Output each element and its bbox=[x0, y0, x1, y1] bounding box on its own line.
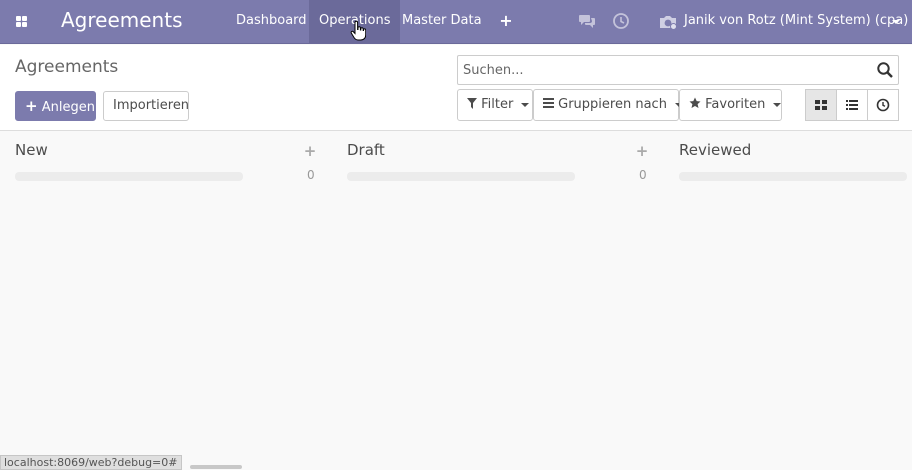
top-navbar: Agreements Dashboard Operations Master D… bbox=[0, 0, 912, 44]
favorites-label: Favoriten bbox=[705, 97, 766, 112]
kanban-column-new: New + 0 bbox=[15, 132, 320, 192]
mouse-pointer-hand-icon bbox=[350, 20, 366, 41]
user-name: Janik von Rotz (Mint System) (cpa) bbox=[684, 13, 909, 28]
create-button-label: Anlegen bbox=[41, 100, 95, 115]
column-quick-add-plus-icon[interactable]: + bbox=[303, 144, 317, 159]
group-by-label: Gruppieren nach bbox=[558, 97, 667, 112]
column-title: New bbox=[15, 141, 48, 159]
column-quick-add-plus-icon[interactable]: + bbox=[635, 144, 649, 159]
filter-label: Filter bbox=[481, 97, 514, 112]
quick-create-plus-icon[interactable]: + bbox=[496, 12, 516, 32]
control-panel: Agreements + Anlegen Importieren Filter … bbox=[0, 45, 912, 131]
star-icon bbox=[689, 97, 701, 108]
kanban-view-button[interactable] bbox=[805, 89, 837, 121]
favorites-dropdown[interactable]: Favoriten bbox=[679, 89, 782, 121]
favorites-caret-icon bbox=[773, 102, 782, 107]
activity-clock-icon[interactable] bbox=[612, 12, 630, 30]
column-progress-bar[interactable] bbox=[347, 172, 575, 181]
list-view-button[interactable] bbox=[836, 89, 868, 121]
search-box bbox=[457, 55, 899, 85]
column-count: 0 bbox=[639, 168, 647, 182]
breadcrumb-title: Agreements bbox=[15, 57, 119, 77]
clock-icon bbox=[876, 98, 890, 112]
filter-caret-icon bbox=[521, 102, 530, 107]
chat-icon[interactable] bbox=[578, 12, 596, 30]
activity-view-button[interactable] bbox=[867, 89, 899, 121]
menu-master-data[interactable]: Master Data bbox=[392, 0, 492, 44]
search-input[interactable] bbox=[458, 56, 872, 84]
browser-status-url: localhost:8069/web?debug=0# bbox=[0, 455, 182, 470]
horizontal-scrollbar[interactable] bbox=[190, 465, 242, 469]
import-button[interactable]: Importieren bbox=[103, 91, 189, 121]
bars-icon bbox=[543, 98, 554, 108]
list-icon bbox=[846, 100, 858, 110]
app-title: Agreements bbox=[61, 8, 183, 32]
kanban-icon bbox=[815, 100, 827, 110]
column-progress-bar[interactable] bbox=[679, 172, 907, 181]
filter-icon bbox=[467, 98, 477, 109]
filter-dropdown[interactable]: Filter bbox=[457, 89, 533, 121]
user-caret-icon bbox=[892, 20, 900, 24]
create-button[interactable]: + Anlegen bbox=[15, 91, 96, 121]
menu-dashboard[interactable]: Dashboard bbox=[226, 0, 317, 44]
column-count: 0 bbox=[307, 168, 315, 182]
search-icon[interactable] bbox=[876, 61, 894, 79]
column-title: Draft bbox=[347, 141, 385, 159]
column-title: Reviewed bbox=[679, 141, 752, 159]
kanban-column-reviewed: Reviewed bbox=[679, 132, 912, 192]
apps-menu-icon[interactable] bbox=[10, 11, 32, 33]
kanban-column-draft: Draft + 0 bbox=[347, 132, 652, 192]
column-progress-bar[interactable] bbox=[15, 172, 243, 181]
group-by-dropdown[interactable]: Gruppieren nach bbox=[533, 89, 684, 121]
company-camera-icon bbox=[660, 16, 677, 30]
plus-icon: + bbox=[25, 97, 38, 115]
